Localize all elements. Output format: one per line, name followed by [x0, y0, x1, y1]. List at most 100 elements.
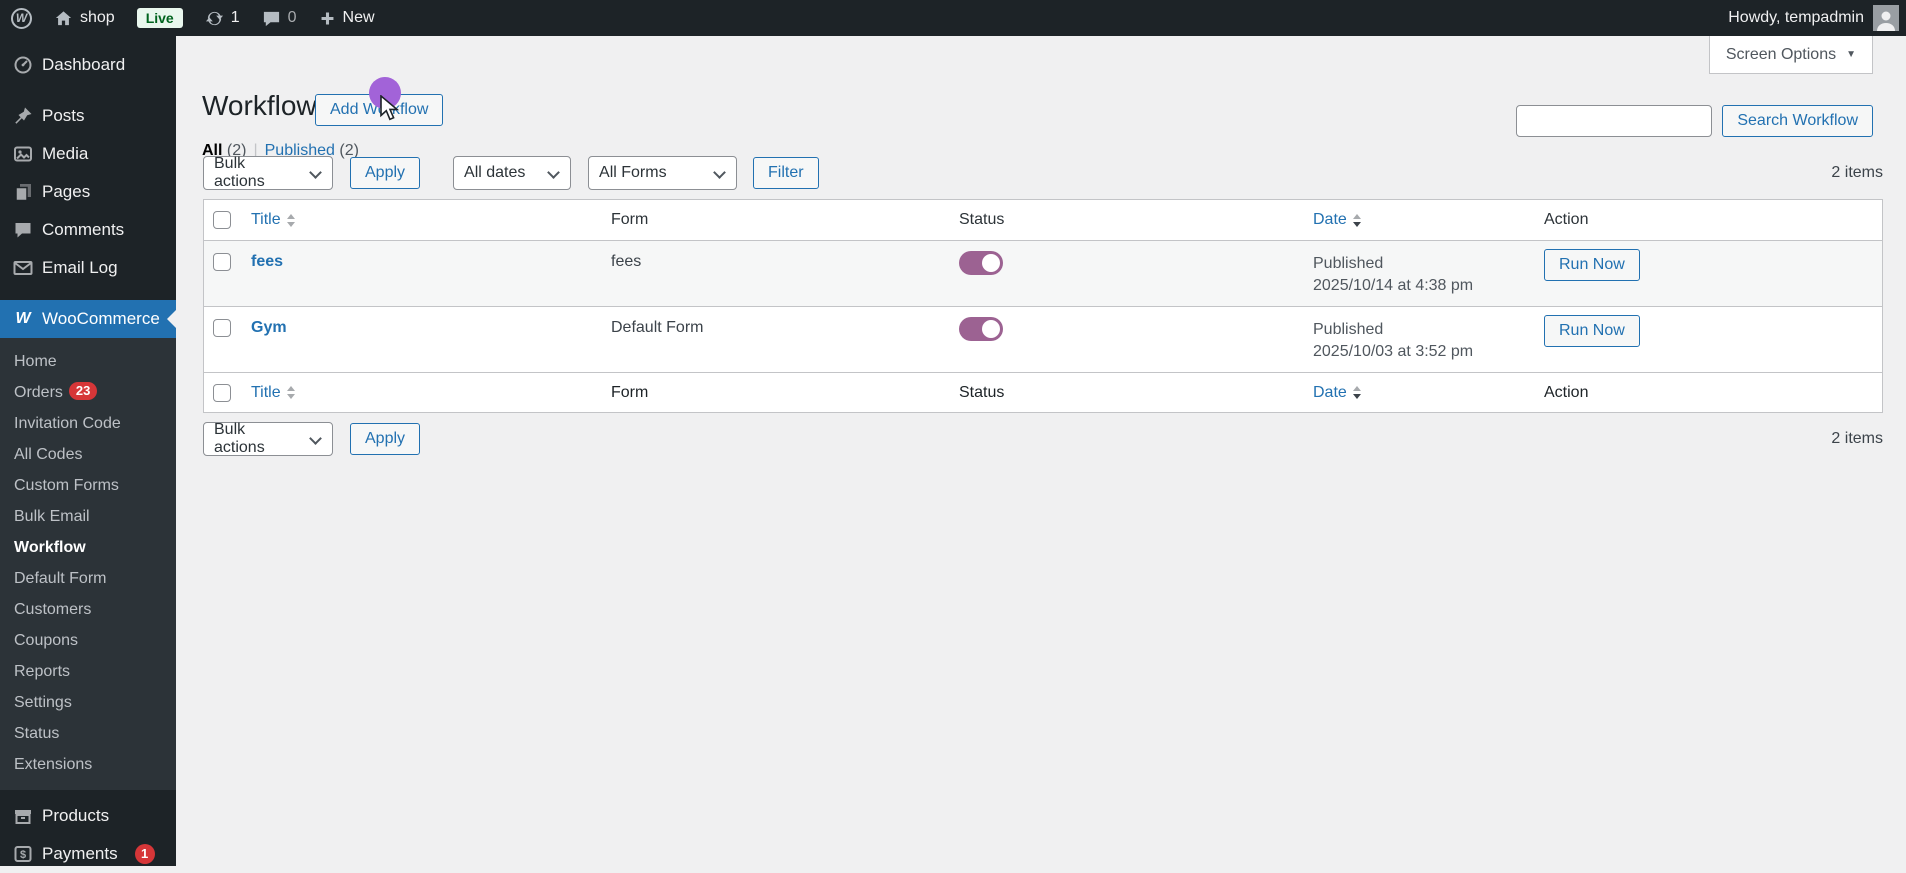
wp-logo-menu[interactable]: W	[0, 0, 43, 36]
row-checkbox[interactable]	[213, 253, 231, 271]
person-icon	[1874, 9, 1898, 31]
svg-text:$: $	[20, 849, 26, 861]
run-now-button[interactable]: Run Now	[1544, 315, 1640, 347]
toggle-knob	[982, 320, 1000, 338]
workflow-table: Title Form Status Date Action fees fees …	[203, 199, 1883, 413]
run-now-button[interactable]: Run Now	[1544, 249, 1640, 281]
sort-arrows-icon	[287, 386, 295, 399]
table-nav-bottom: Bulk actions Apply 2 items	[203, 422, 1883, 456]
home-icon	[54, 9, 73, 28]
new-label: New	[343, 9, 375, 27]
comments-menu[interactable]: 0	[251, 0, 308, 36]
sort-arrows-icon	[1353, 214, 1361, 227]
chevron-down-icon: ▼	[1846, 49, 1856, 60]
table-row: fees fees Published 2025/10/14 at 4:38 p…	[204, 240, 1882, 306]
account-menu[interactable]: Howdy, tempadmin	[1721, 0, 1906, 36]
column-form: Form	[611, 384, 959, 402]
add-workflow-button[interactable]: Add Workflow	[315, 94, 443, 126]
submenu-item-all-codes[interactable]: All Codes	[0, 439, 176, 470]
filter-button[interactable]: Filter	[753, 157, 819, 189]
sidebar-item-label: Media	[42, 144, 88, 164]
comments-bubble-icon	[262, 9, 281, 28]
submenu-item-orders[interactable]: Orders23	[0, 377, 176, 408]
column-status: Status	[959, 211, 1313, 229]
sort-arrows-icon	[1353, 386, 1361, 399]
submenu-item-workflow[interactable]: Workflow	[0, 532, 176, 563]
howdy-text: Howdy, tempadmin	[1728, 9, 1864, 27]
submenu-item-bulk-email[interactable]: Bulk Email	[0, 501, 176, 532]
sort-arrows-icon	[287, 214, 295, 227]
sidebar-item-payments[interactable]: $ Payments 1	[0, 835, 176, 873]
submenu-item-invitation-code[interactable]: Invitation Code	[0, 408, 176, 439]
submenu-item-extensions[interactable]: Extensions	[0, 749, 176, 780]
submenu-item-coupons[interactable]: Coupons	[0, 625, 176, 656]
column-date-sort[interactable]: Date	[1313, 384, 1361, 402]
admin-bar: W shop Live 1 0 New Howdy, tempadmin	[0, 0, 1906, 36]
sidebar-item-label: Products	[42, 806, 109, 826]
submenu-item-home[interactable]: Home	[0, 346, 176, 377]
all-dates-select[interactable]: All dates	[453, 156, 571, 190]
items-count-bottom: 2 items	[1831, 430, 1883, 448]
submenu-item-settings[interactable]: Settings	[0, 687, 176, 718]
sidebar-item-email-log[interactable]: Email Log	[0, 249, 176, 287]
workflow-title-link[interactable]: fees	[251, 253, 283, 270]
column-date-sort[interactable]: Date	[1313, 211, 1361, 229]
woocommerce-submenu: Home Orders23 Invitation Code All Codes …	[0, 338, 176, 790]
sidebar-item-label: Dashboard	[42, 55, 125, 75]
site-link[interactable]: shop	[43, 0, 126, 36]
column-status: Status	[959, 384, 1313, 402]
column-form: Form	[611, 211, 959, 229]
page-root: { "colors": { "accent": "#2271b1", "togg…	[0, 0, 1906, 866]
search-workflow-button[interactable]: Search Workflow	[1722, 105, 1873, 137]
sidebar-item-posts[interactable]: Posts	[0, 97, 176, 135]
pages-icon	[13, 182, 33, 202]
column-title-sort[interactable]: Title	[251, 384, 295, 402]
status-toggle[interactable]	[959, 317, 1003, 341]
updates-menu[interactable]: 1	[194, 0, 251, 36]
workflow-date: Published 2025/10/14 at 4:38 pm	[1313, 241, 1544, 306]
payments-icon: $	[13, 844, 33, 864]
submenu-item-default-form[interactable]: Default Form	[0, 563, 176, 594]
media-icon	[13, 144, 33, 164]
plus-icon	[319, 10, 336, 27]
sidebar-item-label: Comments	[42, 220, 124, 240]
admin-sidebar: Dashboard Posts Media Pages Comments Ema…	[0, 36, 176, 866]
toggle-knob	[982, 254, 1000, 272]
menu-separator	[0, 84, 176, 97]
pushpin-icon	[13, 106, 33, 126]
apply-button[interactable]: Apply	[350, 157, 420, 189]
column-title-sort[interactable]: Title	[251, 211, 295, 229]
sidebar-item-products[interactable]: Products	[0, 797, 176, 835]
sidebar-item-pages[interactable]: Pages	[0, 173, 176, 211]
sidebar-item-comments[interactable]: Comments	[0, 211, 176, 249]
select-all-checkbox[interactable]	[213, 211, 231, 229]
workflow-form: Default Form	[611, 307, 959, 372]
wordpress-logo-icon: W	[11, 8, 32, 29]
bulk-actions-select-bottom[interactable]: Bulk actions	[203, 422, 333, 456]
submenu-item-customers[interactable]: Customers	[0, 594, 176, 625]
search-input[interactable]	[1516, 105, 1712, 137]
table-header-row: Title Form Status Date Action	[204, 200, 1882, 240]
workflow-title-link[interactable]: Gym	[251, 319, 287, 336]
all-forms-select[interactable]: All Forms	[588, 156, 737, 190]
items-count-top: 2 items	[1831, 164, 1883, 182]
sidebar-item-label: Posts	[42, 106, 85, 126]
row-checkbox[interactable]	[213, 319, 231, 337]
avatar	[1873, 5, 1899, 31]
comments-count: 0	[288, 9, 297, 27]
sidebar-item-woocommerce[interactable]: W WooCommerce	[0, 300, 176, 338]
sidebar-item-media[interactable]: Media	[0, 135, 176, 173]
submenu-item-custom-forms[interactable]: Custom Forms	[0, 470, 176, 501]
table-nav-top: Bulk actions Apply All dates All Forms F…	[203, 156, 1883, 190]
status-toggle[interactable]	[959, 251, 1003, 275]
new-content-menu[interactable]: New	[308, 0, 386, 36]
bulk-actions-select[interactable]: Bulk actions	[203, 156, 333, 190]
comment-icon	[13, 220, 33, 240]
screen-options-label: Screen Options	[1726, 46, 1836, 64]
select-all-checkbox[interactable]	[213, 384, 231, 402]
sidebar-item-dashboard[interactable]: Dashboard	[0, 46, 176, 84]
submenu-item-status[interactable]: Status	[0, 718, 176, 749]
submenu-item-reports[interactable]: Reports	[0, 656, 176, 687]
screen-options-tab[interactable]: Screen Options ▼	[1709, 36, 1873, 74]
apply-button-bottom[interactable]: Apply	[350, 423, 420, 455]
